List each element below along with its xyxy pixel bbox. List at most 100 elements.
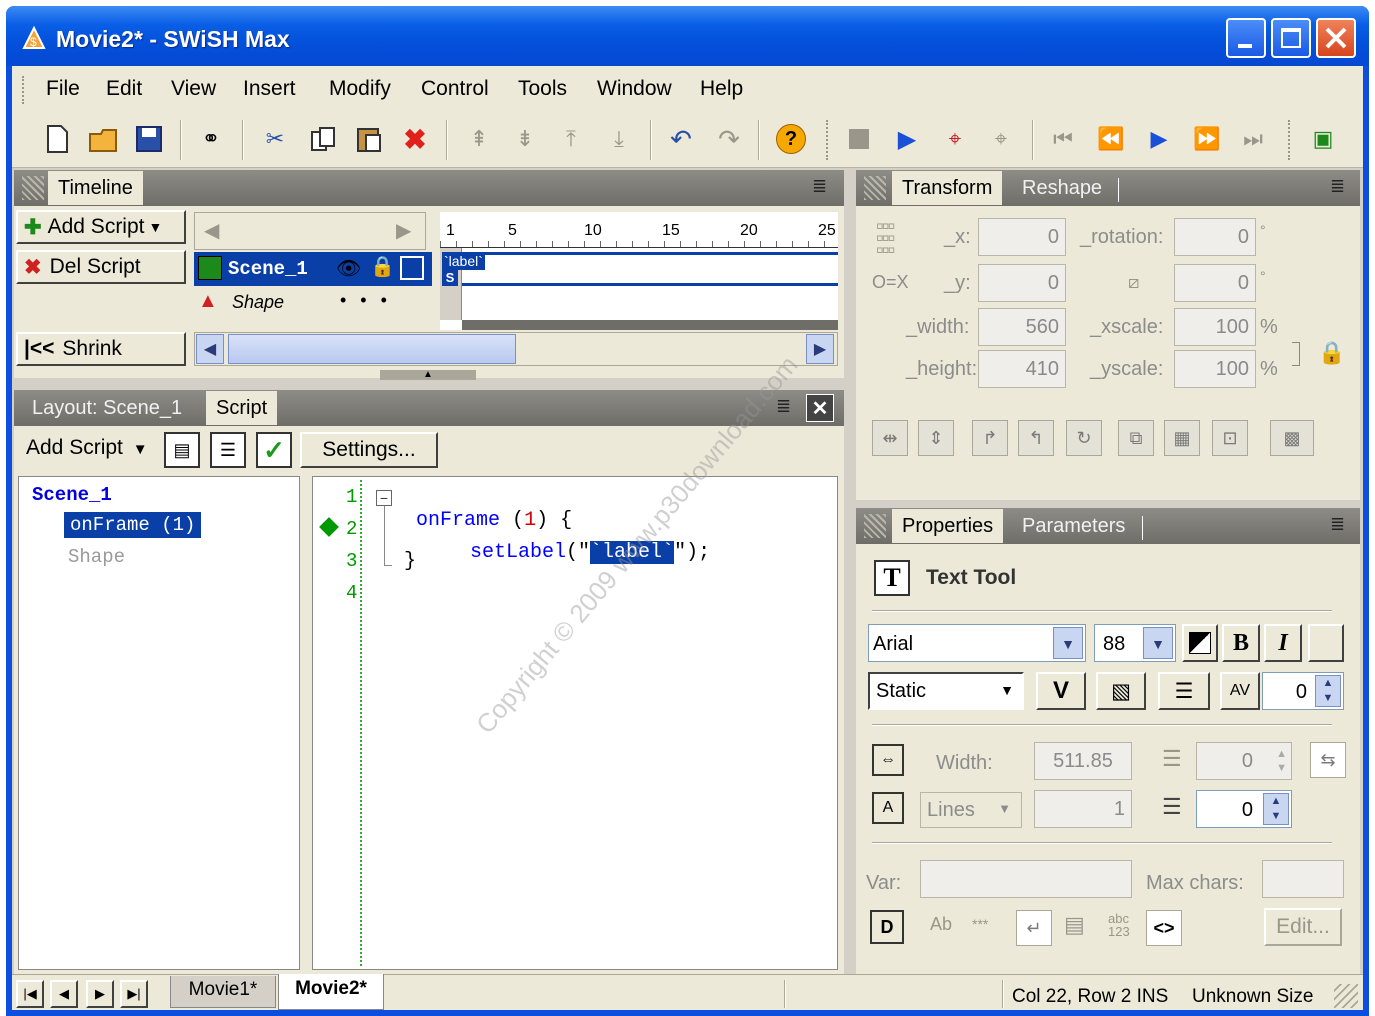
tab-reshape[interactable]: Reshape bbox=[1012, 171, 1112, 205]
settings-button[interactable]: Settings... bbox=[300, 432, 438, 468]
close-panel-button[interactable]: ✕ bbox=[806, 394, 834, 422]
outline-icon[interactable] bbox=[400, 256, 424, 280]
rotate-180-icon[interactable]: ↻ bbox=[1066, 420, 1102, 456]
add-script-button[interactable]: ✚ Add Script ▼ bbox=[16, 210, 186, 244]
html-icon[interactable]: <> bbox=[1146, 910, 1182, 946]
xscale-field[interactable]: 100 bbox=[1174, 308, 1256, 346]
play-icon[interactable]: ▶ bbox=[890, 122, 924, 156]
fold-toggle-icon[interactable]: − bbox=[376, 490, 392, 506]
menu-help[interactable]: Help bbox=[700, 77, 743, 101]
delete-icon[interactable]: ✖ bbox=[398, 122, 432, 156]
height-field[interactable]: 410 bbox=[978, 350, 1066, 388]
tree-shape[interactable]: Shape bbox=[68, 546, 125, 568]
lock-icon[interactable]: 🔒 bbox=[370, 254, 395, 279]
copy-transform-icon[interactable]: ⧉ bbox=[1118, 420, 1154, 456]
shrink-button[interactable]: |<< Shrink bbox=[16, 332, 186, 366]
spinner-icon[interactable]: ▲ ▼ bbox=[1263, 793, 1289, 825]
undo-icon[interactable]: ↶ bbox=[664, 122, 698, 156]
menu-edit[interactable]: Edit bbox=[106, 77, 142, 101]
text-width-field[interactable]: 511.85 bbox=[1034, 742, 1132, 780]
splitter-handle[interactable]: ▲ bbox=[380, 370, 476, 380]
tab-timeline[interactable]: Timeline bbox=[48, 171, 143, 205]
tree-onframe[interactable]: onFrame (1) bbox=[64, 512, 202, 538]
multiline-icon[interactable]: ↵ bbox=[1016, 910, 1052, 946]
tab-parameters[interactable]: Parameters bbox=[1012, 509, 1135, 543]
var-field[interactable] bbox=[920, 860, 1132, 898]
prev-tab-button[interactable]: ◀ bbox=[50, 980, 78, 1008]
rotate-minus-90-icon[interactable]: ↰ bbox=[1018, 420, 1054, 456]
panel-menu-icon[interactable]: ≣ bbox=[812, 176, 827, 197]
panel-menu-icon[interactable]: ≣ bbox=[1330, 176, 1345, 197]
tab-script[interactable]: Script bbox=[206, 391, 278, 425]
scroll-right-button[interactable]: ▶ bbox=[806, 334, 834, 364]
cut-icon[interactable]: ✂ bbox=[258, 122, 292, 156]
x-field[interactable]: 0 bbox=[978, 218, 1066, 256]
font-select[interactable]: Arial ▼ bbox=[868, 624, 1086, 662]
yscale-field[interactable]: 100 bbox=[1174, 350, 1256, 388]
align-button[interactable]: ☰ bbox=[1158, 672, 1210, 710]
first-tab-button[interactable]: |◀ bbox=[16, 980, 44, 1008]
indent-field[interactable]: 0 ▲ ▼ bbox=[1196, 742, 1292, 780]
rotation-field[interactable]: 0 bbox=[1174, 218, 1256, 256]
preview-icon[interactable]: ⚭ bbox=[194, 122, 228, 156]
menu-control[interactable]: Control bbox=[421, 77, 489, 101]
tree-scene[interactable]: Scene_1 bbox=[32, 484, 112, 506]
panel-menu-icon[interactable]: ≣ bbox=[776, 396, 791, 417]
lock-aspect-icon[interactable]: 🔒 bbox=[1318, 340, 1345, 366]
resize-grip-icon[interactable] bbox=[1334, 984, 1358, 1008]
help-icon[interactable]: ? bbox=[774, 122, 808, 156]
text-type-select[interactable]: Static ▼ bbox=[868, 672, 1024, 710]
list-view-icon[interactable]: ☰ bbox=[210, 432, 246, 468]
rotate-90-icon[interactable]: ↱ bbox=[972, 420, 1008, 456]
tab-layout[interactable]: Layout: Scene_1 bbox=[22, 391, 192, 425]
lines-select[interactable]: Lines ▼ bbox=[920, 792, 1022, 828]
tab-movie1[interactable]: Movie1* bbox=[170, 976, 276, 1008]
frame-script-marker[interactable]: S bbox=[442, 270, 458, 286]
del-script-button[interactable]: ✖ Del Script bbox=[16, 250, 186, 284]
save-icon[interactable] bbox=[132, 122, 166, 156]
kerning-icon[interactable]: AV bbox=[1220, 672, 1260, 710]
tab-transform[interactable]: Transform bbox=[892, 171, 1003, 205]
anchor-grid-icon[interactable]: ▫▫▫ ▫▫▫ ▫▫▫ bbox=[876, 215, 912, 261]
scroll-left-icon[interactable]: ◀ bbox=[204, 218, 219, 243]
menu-view[interactable]: View bbox=[171, 77, 216, 101]
eye-icon[interactable]: 👁 bbox=[336, 256, 361, 281]
menu-file[interactable]: File bbox=[46, 77, 80, 101]
menu-tools[interactable]: Tools bbox=[518, 77, 567, 101]
check-syntax-icon[interactable]: ✓ bbox=[256, 432, 292, 468]
copy-icon[interactable] bbox=[306, 122, 340, 156]
kerning-field[interactable]: 0 ▲ ▼ bbox=[1262, 672, 1344, 710]
paste-transform-icon[interactable]: ▦ bbox=[1164, 420, 1200, 456]
tab-properties[interactable]: Properties bbox=[892, 509, 1004, 543]
text-color-button[interactable] bbox=[1182, 624, 1218, 662]
scroll-left-button[interactable]: ◀ bbox=[196, 334, 224, 364]
spinner-icon[interactable]: ▲ ▼ bbox=[1315, 675, 1341, 707]
insert-scene-icon[interactable]: ▣ bbox=[1306, 122, 1340, 156]
italic-button[interactable]: I bbox=[1264, 624, 1302, 662]
menu-modify[interactable]: Modify bbox=[329, 77, 391, 101]
chevron-down-icon[interactable]: ▼ bbox=[1053, 627, 1083, 659]
tab-movie2[interactable]: Movie2* bbox=[278, 974, 384, 1010]
frame-label-badge[interactable]: `label` bbox=[442, 252, 485, 270]
more-style-button[interactable] bbox=[1308, 624, 1344, 662]
play-timeline-icon[interactable]: ⌖ bbox=[938, 122, 972, 156]
maximize-button[interactable] bbox=[1271, 18, 1311, 58]
flip-horizontal-icon[interactable]: ⇹ bbox=[872, 420, 908, 456]
minimize-button[interactable] bbox=[1226, 18, 1266, 58]
vertical-text-button[interactable]: V bbox=[1036, 672, 1086, 710]
line-spacing-field[interactable]: 0 ▲ ▼ bbox=[1196, 790, 1292, 828]
fit-stage-icon[interactable]: ▩ bbox=[1270, 420, 1314, 456]
size-select[interactable]: 88 ▼ bbox=[1094, 624, 1176, 662]
y-field[interactable]: 0 bbox=[978, 264, 1066, 302]
reset-transform-icon[interactable]: ⊡ bbox=[1212, 420, 1248, 456]
menu-insert[interactable]: Insert bbox=[243, 77, 296, 101]
wrap-icon[interactable]: ⇆ bbox=[1310, 742, 1346, 778]
bold-button[interactable]: B bbox=[1222, 624, 1260, 662]
last-tab-button[interactable]: ▶| bbox=[120, 980, 148, 1008]
menu-window[interactable]: Window bbox=[597, 77, 672, 101]
open-icon[interactable] bbox=[86, 122, 120, 156]
expert-mode-icon[interactable]: ▤ bbox=[164, 432, 200, 468]
panel-menu-icon[interactable]: ≣ bbox=[1330, 514, 1345, 535]
flip-vertical-icon[interactable]: ⇕ bbox=[918, 420, 954, 456]
next-tab-button[interactable]: ▶ bbox=[86, 980, 114, 1008]
